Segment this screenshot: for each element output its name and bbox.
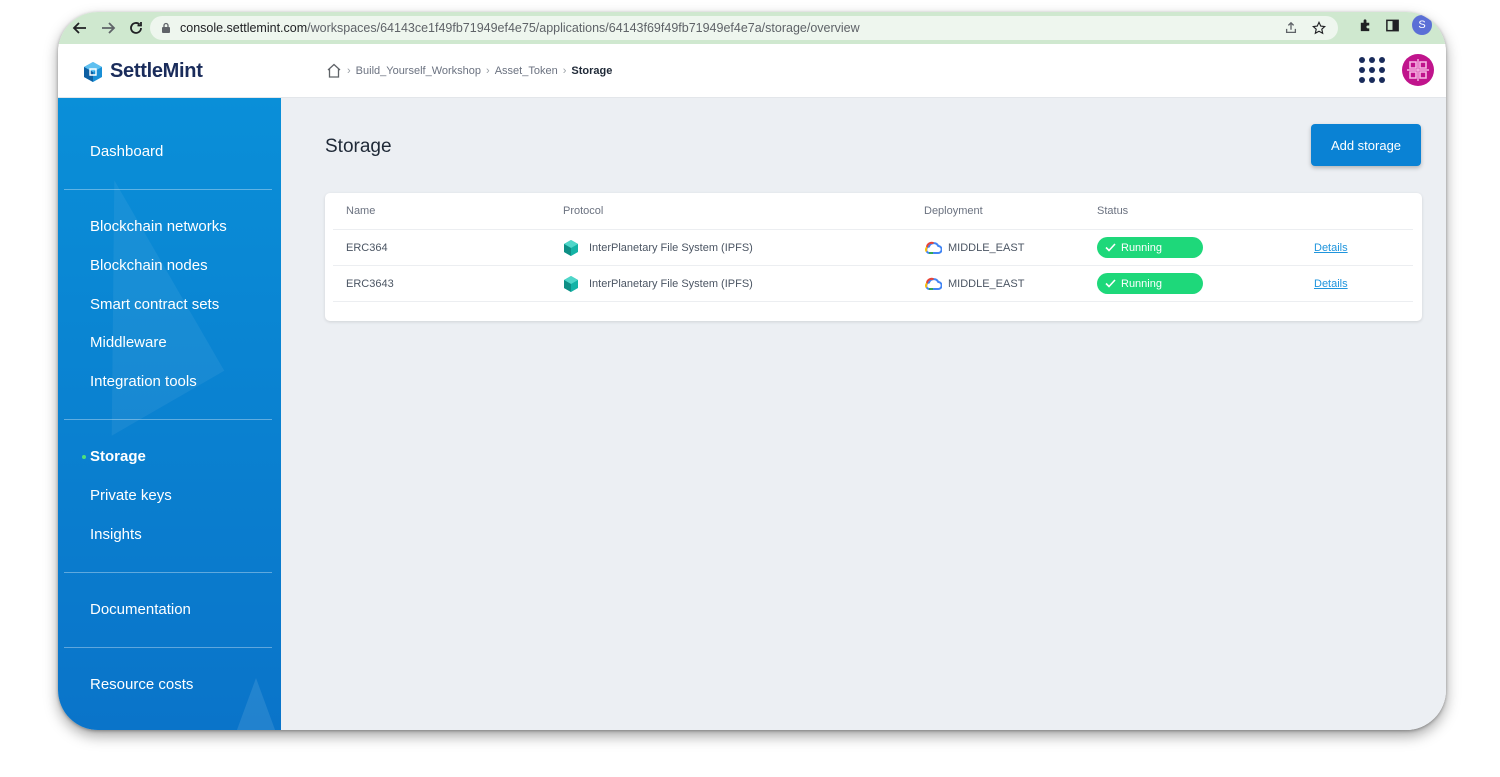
sidebar: Dashboard Blockchain networks Blockchain… [58, 98, 281, 730]
breadcrumb-application[interactable]: Asset_Token [495, 65, 558, 77]
storage-table: Name Protocol Deployment Status ERC364 I… [325, 193, 1422, 321]
sidebar-item-resource-costs[interactable]: Resource costs [90, 676, 193, 693]
page-title: Storage [325, 136, 392, 157]
sidebar-item-middleware[interactable]: Middleware [90, 334, 167, 351]
share-icon[interactable] [1284, 21, 1298, 35]
sidebar-item-blockchain-nodes[interactable]: Blockchain nodes [90, 257, 208, 274]
avatar-pattern-icon [1403, 55, 1433, 85]
storage-protocol: InterPlanetary File System (IPFS) [589, 241, 753, 254]
active-indicator-dot [82, 455, 86, 459]
details-link[interactable]: Details [1314, 242, 1348, 254]
ipfs-cube-icon [564, 275, 578, 292]
add-storage-button[interactable]: Add storage [1311, 124, 1421, 166]
address-bar[interactable]: console.settlemint.com/workspaces/64143c… [150, 16, 1338, 40]
breadcrumb-separator: › [486, 64, 490, 77]
status-text: Running [1121, 277, 1162, 290]
sidebar-divider [64, 647, 272, 648]
sidebar-item-insights[interactable]: Insights [90, 526, 142, 543]
sidebar-item-private-keys[interactable]: Private keys [90, 487, 172, 504]
check-icon [1105, 243, 1116, 252]
browser-window: console.settlemint.com/workspaces/64143c… [58, 12, 1446, 730]
storage-protocol: InterPlanetary File System (IPFS) [589, 277, 753, 290]
url-path: /workspaces/64143ce1f49fb71949ef4e75/app… [307, 21, 860, 35]
arrow-left-icon [72, 22, 86, 34]
arrow-right-icon [102, 22, 116, 34]
column-header-protocol: Protocol [563, 205, 604, 217]
forward-button[interactable] [94, 14, 122, 42]
logo-text: SettleMint [110, 60, 203, 82]
storage-deployment: MIDDLE_EAST [948, 241, 1025, 254]
sidebar-item-dashboard[interactable]: Dashboard [90, 143, 163, 160]
sidebar-item-storage[interactable]: Storage [90, 448, 146, 465]
apps-grid-icon[interactable] [1358, 56, 1386, 84]
sidebar-item-blockchain-networks[interactable]: Blockchain networks [90, 218, 227, 235]
table-header: Name Protocol Deployment Status [333, 193, 1413, 230]
check-icon [1105, 279, 1116, 288]
sidebar-divider [64, 189, 272, 190]
breadcrumb-current: Storage [571, 64, 613, 77]
breadcrumb: › Build_Yourself_Workshop › Asset_Token … [326, 63, 612, 78]
table-row[interactable]: ERC3643 InterPlanetary File System (IPFS… [333, 266, 1413, 302]
sidebar-decoration [234, 678, 278, 730]
status-badge: Running [1097, 273, 1203, 294]
breadcrumb-workspace[interactable]: Build_Yourself_Workshop [356, 65, 481, 77]
status-text: Running [1121, 241, 1162, 254]
storage-name: ERC364 [346, 241, 388, 254]
google-cloud-icon [925, 277, 942, 290]
home-icon[interactable] [326, 63, 342, 78]
app-header: SettleMint › Build_Yourself_Workshop › A… [58, 44, 1446, 98]
column-header-name: Name [346, 205, 376, 217]
url-host: console.settlemint.com [180, 21, 308, 35]
sidebar-divider [64, 419, 272, 420]
reload-icon [130, 22, 142, 34]
back-button[interactable] [66, 14, 94, 42]
sidepanel-icon[interactable] [1385, 18, 1400, 33]
reload-button[interactable] [122, 14, 150, 42]
table-row[interactable]: ERC364 InterPlanetary File System (IPFS)… [333, 230, 1413, 266]
profile-avatar[interactable]: S [1412, 15, 1432, 35]
sidebar-item-documentation[interactable]: Documentation [90, 601, 191, 618]
user-avatar[interactable] [1402, 54, 1434, 86]
google-cloud-icon [925, 241, 942, 254]
status-badge: Running [1097, 237, 1203, 258]
puzzle-icon[interactable] [1358, 18, 1373, 33]
sidebar-item-smart-contract-sets[interactable]: Smart contract sets [90, 296, 219, 313]
cube-logo-icon [84, 61, 102, 82]
browser-toolbar: console.settlemint.com/workspaces/64143c… [58, 12, 1446, 44]
sidebar-divider [64, 572, 272, 573]
ipfs-cube-icon [564, 239, 578, 256]
column-header-deployment: Deployment [924, 205, 983, 217]
breadcrumb-separator: › [562, 64, 567, 77]
storage-name: ERC3643 [346, 277, 394, 290]
main-content: Storage Add storage Name Protocol Deploy… [281, 98, 1446, 730]
breadcrumb-separator: › [347, 64, 351, 77]
storage-deployment: MIDDLE_EAST [948, 277, 1025, 290]
lock-icon [162, 22, 170, 33]
star-icon[interactable] [1312, 21, 1326, 35]
logo[interactable]: SettleMint [82, 60, 203, 83]
sidebar-item-integration-tools[interactable]: Integration tools [90, 373, 197, 390]
column-header-status: Status [1097, 205, 1129, 217]
details-link[interactable]: Details [1314, 278, 1348, 290]
